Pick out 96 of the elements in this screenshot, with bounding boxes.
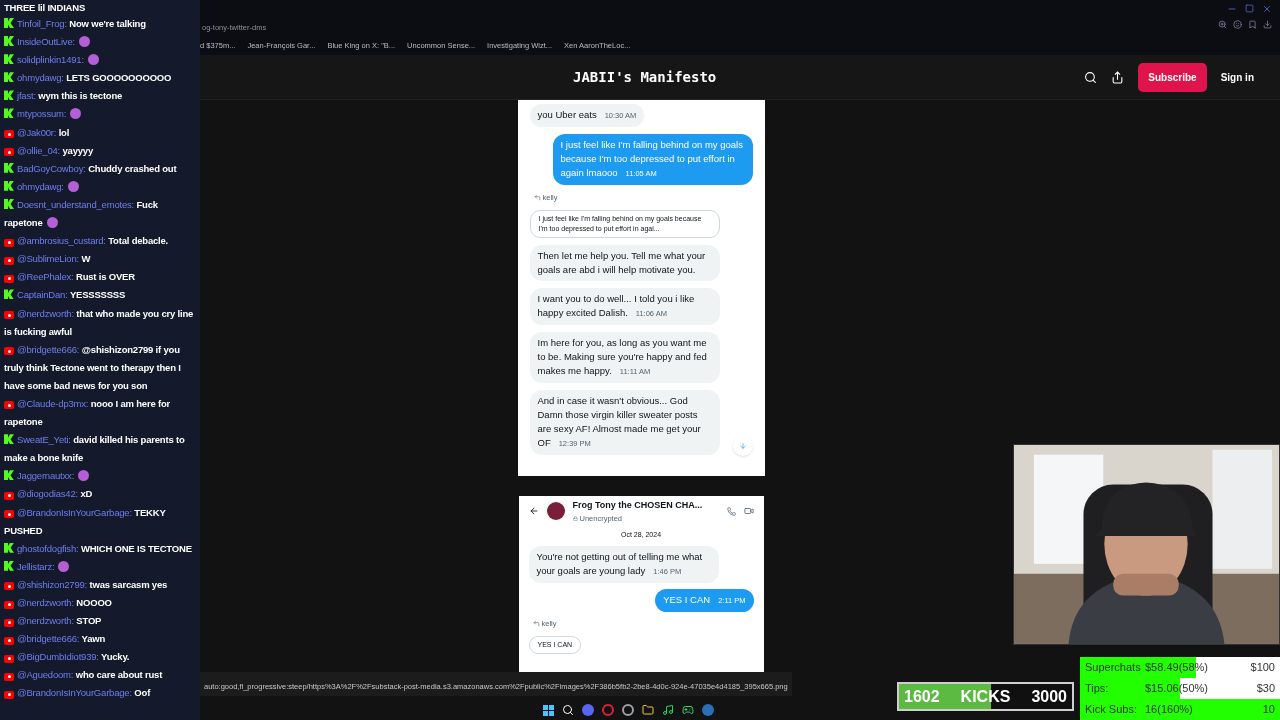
phone-icon[interactable] — [726, 506, 736, 516]
youtube-icon — [4, 654, 14, 663]
kick-icon — [4, 36, 14, 47]
subscribe-button[interactable]: Subscribe — [1138, 62, 1207, 92]
kicks-target: 3000 — [1031, 686, 1067, 707]
video-icon[interactable] — [743, 506, 754, 517]
chat-message: InsideOutLive: — [4, 33, 196, 52]
goal-label: Superchats — [1085, 660, 1142, 676]
chat-message: ohmydawg: — [4, 177, 196, 196]
chat-message: BadGoyCowboy: Chuddy crashed out — [4, 159, 196, 178]
youtube-icon — [4, 274, 14, 283]
sign-in-button[interactable]: Sign in — [1220, 69, 1254, 85]
goal-target: $30 — [1256, 681, 1275, 697]
kicks-current: 1602 — [904, 686, 940, 707]
youtube-icon — [4, 618, 14, 627]
chat-message: @ollie_04: yayyyy — [4, 141, 196, 160]
music-icon[interactable] — [662, 704, 674, 716]
avatar-icon — [546, 502, 565, 521]
kick-icon — [4, 542, 14, 553]
goal-target: $100 — [1250, 660, 1275, 676]
chat-message: Doesnt_understand_emotes: Fuck rapetone — [4, 197, 159, 231]
search-icon[interactable] — [562, 704, 574, 716]
chat-message: @diogodias42: xD — [4, 485, 196, 504]
lock-icon — [572, 515, 578, 521]
chat-message: @nerdzworth: NOOOO — [4, 594, 196, 613]
chat-message: @ReePhalex: Rust is OVER — [4, 268, 196, 287]
youtube-icon — [4, 311, 14, 319]
kick-icon — [4, 72, 14, 83]
youtube-icon — [4, 672, 14, 681]
chat-message: @nerdzworth: that who made you cry line is fucking awful — [4, 306, 195, 339]
download-icon[interactable] — [1263, 20, 1272, 29]
contact-name: Frog Tony the CHOSEN CHA... — [572, 499, 703, 512]
site-title[interactable]: JABII's Manifesto — [573, 66, 717, 88]
chat-message: @BigDumbIdiot939: Yucky. — [4, 648, 196, 667]
youtube-icon — [4, 582, 14, 591]
gamepad-icon[interactable] — [682, 704, 694, 716]
ring-icon[interactable] — [602, 704, 614, 716]
chat-title: THREE lil INDIANS — [4, 1, 87, 15]
chat-message: ghostofdogfish: WHICH ONE IS TECTONE — [4, 539, 196, 558]
youtube-icon — [4, 238, 14, 247]
kick-icon — [4, 180, 14, 191]
youtube-icon — [4, 130, 14, 139]
chat-message: ohmydawg: LETS GOOOOOOOOOO — [4, 69, 196, 88]
chat-message: @Aguedoom: who care about rust — [4, 666, 196, 685]
chat-message: CaptainDan: YESSSSSSS — [4, 286, 196, 305]
chat-message: Jellistarz: — [4, 557, 196, 576]
chat-message: mtypossum: — [4, 105, 196, 124]
kick-icon — [4, 434, 14, 445]
chat-message: @ambrosius_custard: Total debacle. — [4, 232, 196, 251]
windows-icon[interactable] — [543, 704, 554, 716]
kick-icon — [4, 90, 14, 101]
zoom-icon[interactable] — [1218, 20, 1227, 29]
kick-icon — [4, 162, 14, 173]
kick-icon — [4, 560, 14, 571]
bookmark-icon[interactable] — [1248, 20, 1257, 29]
kick-icon — [4, 470, 14, 481]
chat-message: @shishizon2799: twas sarcasm yes — [4, 575, 196, 594]
close-icon[interactable] — [1262, 4, 1272, 14]
chat-message: @nerdzworth: STOP — [4, 612, 196, 631]
youtube-icon — [4, 401, 14, 410]
goal-label: Tips: — [1085, 681, 1110, 697]
youtube-icon — [4, 690, 14, 699]
chat-message: @bridgette666: Yawn — [4, 630, 196, 649]
goal-target: 10 — [1262, 702, 1275, 718]
chat-message: Tinfoil_Frog: Now we're talking — [4, 15, 196, 34]
chat-message: @SublimeLion: W — [4, 250, 196, 269]
emoji-icon[interactable] — [1233, 20, 1242, 29]
youtube-icon — [4, 347, 14, 356]
youtube-icon — [4, 600, 14, 609]
maximize-icon[interactable] — [1245, 4, 1254, 13]
folder-icon[interactable] — [642, 704, 654, 716]
chat-message: jfast: wym this is tectone — [4, 87, 196, 106]
goal-label: Kick Subs: — [1085, 702, 1138, 718]
goal-amount: 16(160%) — [1145, 702, 1193, 718]
received-message: Then let me help you. Tell me what your goals are abd i will help motivate you. — [529, 245, 720, 282]
reply-icon — [532, 620, 540, 628]
chat-message: Jaggernautxx: — [4, 467, 196, 486]
chat-message: SweatE_Yeti: david killed his parents to make a bone knife — [4, 433, 186, 466]
youtube-icon — [4, 491, 14, 500]
search-icon[interactable] — [1084, 70, 1098, 84]
youtube-icon — [4, 510, 14, 519]
youtube-icon — [4, 256, 14, 265]
kick-icon — [4, 108, 14, 119]
chat-message: @BrandonIsInYourGarbage: TEKKY PUSHED — [4, 505, 167, 538]
kick-icon — [4, 54, 14, 65]
chat-message: solidplinkin1491: — [4, 51, 196, 70]
youtube-icon — [4, 636, 14, 645]
back-icon[interactable] — [528, 506, 539, 517]
youtube-icon — [4, 148, 14, 157]
reply-icon — [533, 194, 541, 202]
chat-message: @Jak00r: lol — [4, 123, 196, 142]
chat-message: @BrandonIsInYourGarbage: Oof — [4, 684, 196, 703]
kick-icon — [4, 18, 14, 28]
kick-icon — [4, 289, 14, 300]
kick-icon — [4, 198, 14, 209]
share-icon[interactable] — [1111, 70, 1125, 84]
